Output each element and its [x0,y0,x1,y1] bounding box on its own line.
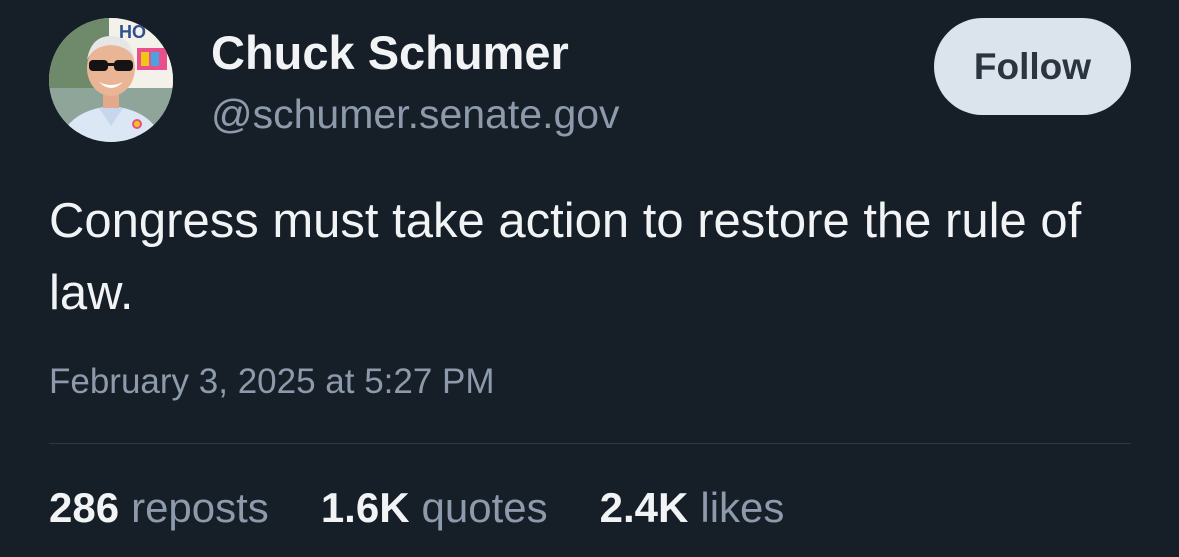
follow-button[interactable]: Follow [934,18,1131,115]
divider [49,443,1131,444]
likes-count: 2.4K [599,484,689,531]
post-timestamp: February 3, 2025 at 5:27 PM [49,362,495,401]
reposts-label: reposts [131,484,269,531]
author-handle[interactable]: @schumer.senate.gov [211,91,620,138]
quotes-count: 1.6K [320,484,410,531]
post-card: HO Chuck Schumer @schumer.senate.gov Fol… [0,0,1179,557]
likes-stat[interactable]: 2.4K likes [600,484,785,532]
avatar-photo: HO [49,18,173,142]
quotes-label: quotes [421,484,548,531]
engagement-stats: 286 reposts 1.6K quotes 2.4K likes [49,484,836,532]
reposts-stat[interactable]: 286 reposts [49,484,269,532]
post-text: Congress must take action to restore the… [49,194,1082,320]
author-display-name[interactable]: Chuck Schumer [211,25,569,80]
author-avatar[interactable]: HO [49,18,173,142]
quotes-stat[interactable]: 1.6K quotes [321,484,548,532]
likes-label: likes [700,484,785,531]
reposts-count: 286 [49,484,120,531]
